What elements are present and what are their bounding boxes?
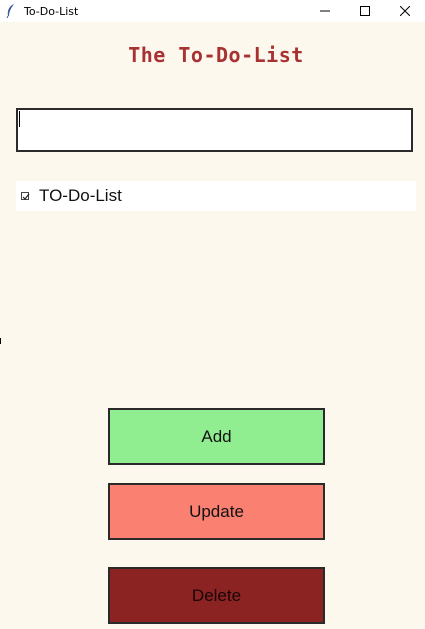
update-button[interactable]: Update [108, 483, 325, 540]
list-item: TO-Do-List [39, 186, 122, 205]
close-icon [400, 6, 410, 16]
task-entry-input[interactable] [16, 108, 413, 152]
window-edge-marker [0, 338, 1, 344]
window-title: To-Do-List [24, 4, 79, 18]
delete-button[interactable]: Delete [108, 567, 325, 624]
feather-icon [0, 0, 22, 22]
task-list[interactable]: TO-Do-List [16, 181, 416, 211]
minimize-icon [320, 10, 330, 12]
maximize-icon [360, 6, 370, 16]
add-button[interactable]: Add [108, 408, 325, 465]
window-controls [305, 0, 425, 22]
minimize-button[interactable] [305, 0, 345, 22]
app-window: To-Do-List The To-Do-List TO-Do-List Add… [0, 0, 425, 629]
app-content: The To-Do-List TO-Do-List Add Update Del… [0, 22, 425, 629]
maximize-button[interactable] [345, 0, 385, 22]
title-bar[interactable]: To-Do-List [0, 0, 425, 22]
close-button[interactable] [385, 0, 425, 22]
page-title: The To-Do-List [128, 43, 304, 67]
checkbox-checked-icon [21, 192, 30, 200]
text-caret [19, 111, 20, 127]
